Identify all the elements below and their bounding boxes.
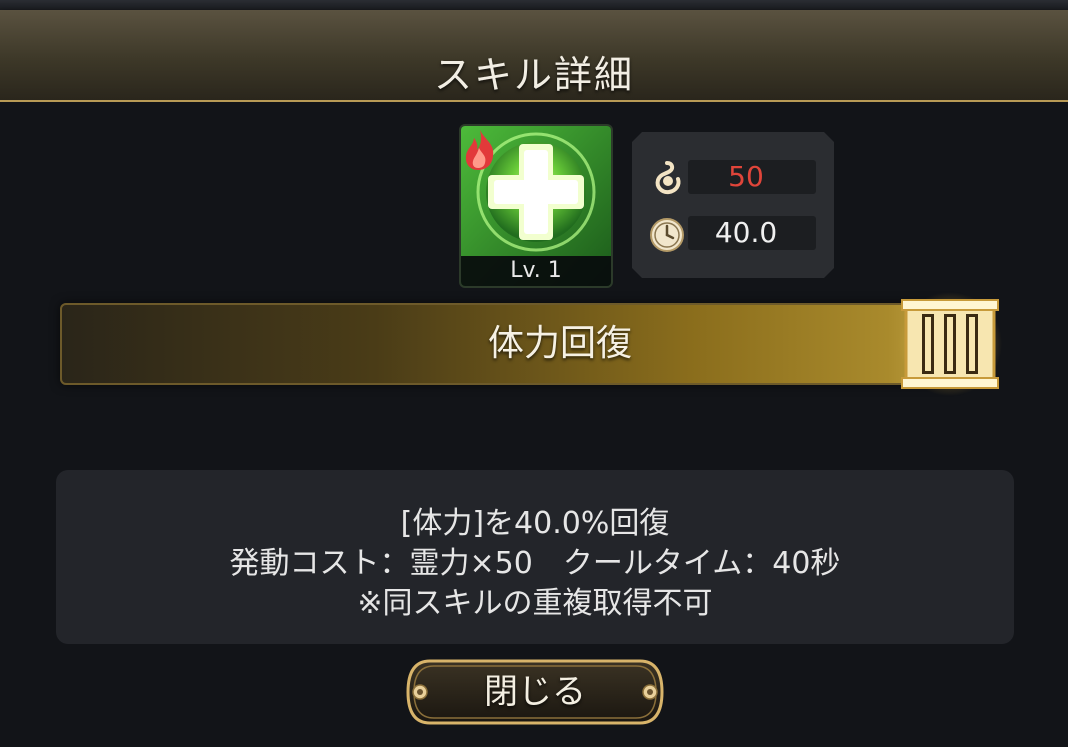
cooldown-value: 40.0 <box>714 216 778 249</box>
rank-emblem-icon <box>898 292 1002 396</box>
cost-row: 50 <box>632 160 834 196</box>
cost-value: 50 <box>728 160 764 193</box>
top-strip <box>0 0 1068 10</box>
dialog-title: スキル詳細 <box>433 53 634 97</box>
close-button-label: 閉じる <box>484 672 586 712</box>
skill-name-banner: 体力回復 <box>60 303 960 385</box>
description-line: [体力]を40.0%回復 <box>400 506 670 541</box>
spirit-flame-icon <box>648 160 686 202</box>
skill-description-box: [体力]を40.0%回復 発動コスト：霊力×50 クールタイム：40秒 ※同スキ… <box>56 470 1014 644</box>
cooldown-row: 40.0 <box>632 216 834 252</box>
description-line: 発動コスト：霊力×50 クールタイム：40秒 <box>229 546 841 581</box>
skill-icon: Lv. 1 <box>461 126 611 286</box>
clock-icon <box>648 216 686 258</box>
close-button[interactable]: 閉じる <box>404 657 666 727</box>
skill-stat-panel: 50 40.0 <box>632 132 834 278</box>
description-line: ※同スキルの重複取得不可 <box>357 586 713 621</box>
skill-level-label: Lv. 1 <box>461 256 611 286</box>
dialog-header: スキル詳細 <box>0 10 1068 102</box>
skill-detail-dialog: スキル詳細 Lv. 1 50 40.0 体力回復 [体力]を40.0%回復 発動… <box>0 0 1068 747</box>
fire-badge-icon <box>465 130 494 170</box>
